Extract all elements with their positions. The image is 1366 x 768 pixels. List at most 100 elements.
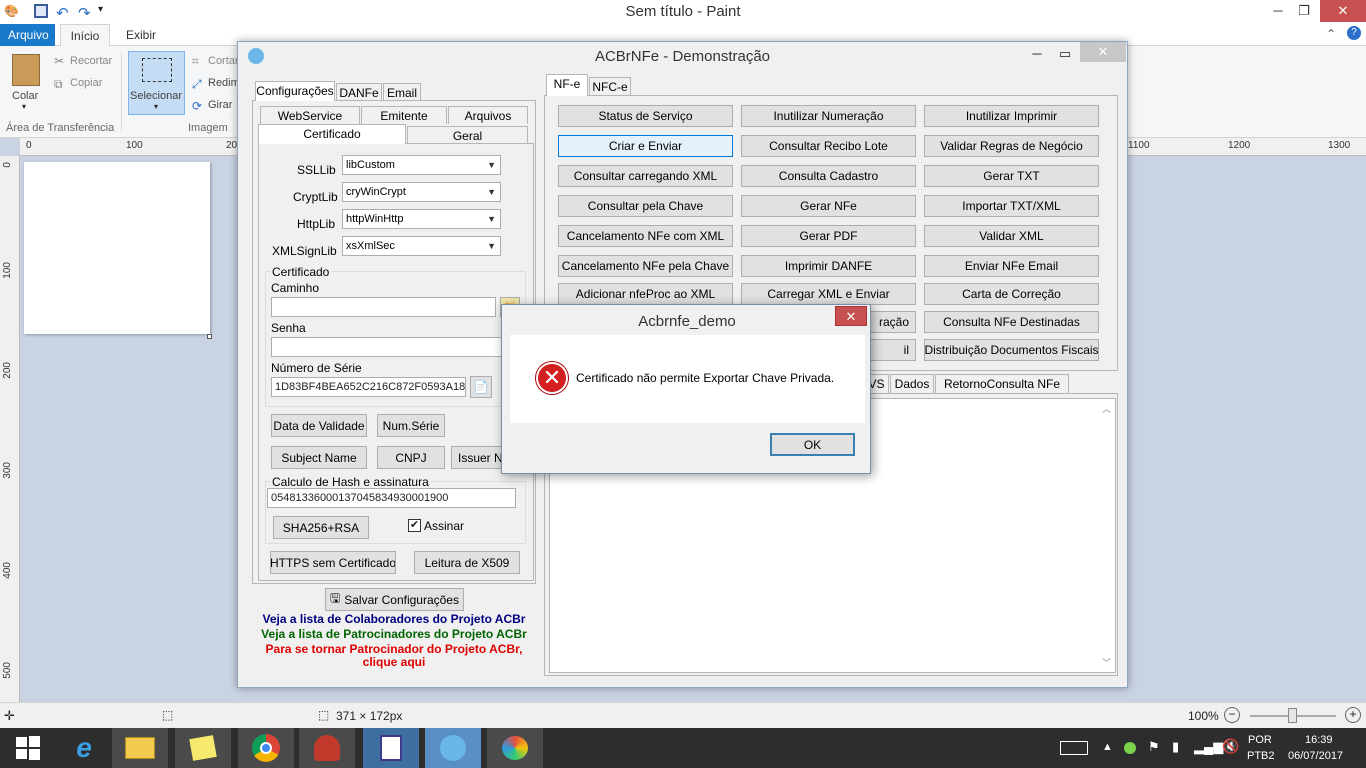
power-icon[interactable]: ▮ <box>1172 739 1179 755</box>
tab-nfce[interactable]: NFC-e <box>589 77 631 96</box>
nfe-action-button[interactable]: Consulta NFe Destinadas <box>924 311 1099 333</box>
nfe-action-button[interactable]: Gerar PDF <box>741 225 916 247</box>
paint-taskbar-icon[interactable] <box>487 728 543 768</box>
tab-inicio[interactable]: Início <box>60 24 110 46</box>
nfe-action-button[interactable]: Consultar pela Chave <box>558 195 733 217</box>
ssllib-select[interactable]: libCustom ▼ <box>342 155 501 175</box>
tab-configuracoes[interactable]: Configurações <box>255 81 335 101</box>
patrocinadores-link[interactable]: Veja a lista de Patrocinadores do Projet… <box>252 627 536 641</box>
nfe-action-button[interactable]: Gerar TXT <box>924 165 1099 187</box>
ie-icon[interactable]: e <box>56 728 112 768</box>
resize-button[interactable]: Redim <box>208 77 240 89</box>
acbr-taskbar-icon[interactable] <box>363 728 419 768</box>
sha256-rsa-button[interactable]: SHA256+RSA <box>273 516 369 539</box>
zoom-in-icon[interactable]: + <box>1345 707 1361 723</box>
sticky-notes-icon[interactable] <box>175 728 231 768</box>
keyboard-layout[interactable]: PTB2 <box>1247 750 1275 762</box>
tab-nfe[interactable]: NF-e <box>546 74 588 96</box>
start-button[interactable] <box>0 728 56 768</box>
assinar-checkbox[interactable]: ✔ <box>408 519 421 532</box>
nfe-action-button[interactable]: Validar XML <box>924 225 1099 247</box>
nfe-action-button[interactable]: Cancelamento NFe pela Chave <box>558 255 733 277</box>
clock-date[interactable]: 06/07/2017 <box>1288 750 1343 762</box>
tab-certificado[interactable]: Certificado <box>258 124 406 144</box>
httplib-select[interactable]: httpWinHttp ▼ <box>342 209 501 229</box>
paste-icon[interactable] <box>12 54 40 86</box>
nfe-action-button[interactable]: Criar e Enviar <box>558 135 733 157</box>
acbr-minimize-button[interactable]: ─ <box>1024 44 1050 64</box>
tab-email[interactable]: Email <box>383 83 421 101</box>
help-icon[interactable]: ? <box>1347 26 1361 40</box>
zoom-out-icon[interactable]: − <box>1224 707 1240 723</box>
keyboard-icon[interactable] <box>1060 741 1088 755</box>
issuer-name-button[interactable]: Issuer Na <box>451 446 505 469</box>
resize-handle[interactable] <box>207 334 212 339</box>
nfe-action-button[interactable]: Importar TXT/XML <box>924 195 1099 217</box>
flag-icon[interactable]: ⚑ <box>1148 739 1160 755</box>
nfe-action-button[interactable]: Consultar carregando XML <box>558 165 733 187</box>
https-sem-certificado-button[interactable]: HTTPS sem Certificado <box>270 551 396 574</box>
ok-button[interactable]: OK <box>770 433 855 456</box>
tab-retorno-consulta[interactable]: RetornoConsulta NFe 2.01 <box>935 374 1069 409</box>
nfe-action-button[interactable]: Distribuição Documentos Fiscais <box>924 339 1099 361</box>
explorer-icon[interactable] <box>112 728 168 768</box>
dialog-close-button[interactable]: ✕ <box>835 306 867 326</box>
paint-canvas[interactable] <box>24 162 210 334</box>
collapse-ribbon-icon[interactable]: ⌃ <box>1326 27 1336 41</box>
nfe-action-button[interactable]: Validar Regras de Negócio <box>924 135 1099 157</box>
chrome-icon[interactable] <box>238 728 294 768</box>
tab-danfe[interactable]: DANFe <box>336 83 382 101</box>
signal-icon[interactable]: ▂▄▆ <box>1194 739 1223 755</box>
select-button[interactable]: Selecionar ▾ <box>128 51 185 115</box>
copy-button[interactable]: Copiar <box>70 77 102 89</box>
helmet-app-icon[interactable] <box>299 728 355 768</box>
crop-button[interactable]: Cortar <box>208 55 239 67</box>
salvar-configuracoes-button[interactable]: 🖫 Salvar Configurações <box>325 588 464 611</box>
colaboradores-link[interactable]: Veja a lista de Colaboradores do Projeto… <box>252 612 536 626</box>
cryptlib-select[interactable]: cryWinCrypt ▼ <box>342 182 501 202</box>
network-status-icon[interactable] <box>1124 742 1136 754</box>
acbr-maximize-button[interactable]: ▭ <box>1052 44 1078 64</box>
numero-serie-input[interactable]: 1D83BF4BEA652C216C872F0593A183 <box>271 377 466 397</box>
senha-input[interactable] <box>271 337 503 357</box>
tab-dados[interactable]: Dados <box>890 374 934 394</box>
volume-muted-icon[interactable]: 🔇 <box>1222 738 1239 755</box>
hash-input[interactable]: 05481336000137045834930001900 <box>267 488 516 508</box>
nfe-action-button[interactable]: Consulta Cadastro <box>741 165 916 187</box>
nfe-action-button[interactable]: Status de Serviço <box>558 105 733 127</box>
tab-exibir[interactable]: Exibir <box>118 24 164 46</box>
cnpj-button[interactable]: CNPJ <box>377 446 445 469</box>
tab-arquivo[interactable]: Arquivo <box>0 24 55 46</box>
select-certificate-icon[interactable]: 📄 <box>470 376 492 398</box>
num-serie-button[interactable]: Num.Série <box>377 414 445 437</box>
data-validade-button[interactable]: Data de Validade <box>271 414 367 437</box>
tornar-patrocinador-link[interactable]: Para se tornar Patrocinador do Projeto A… <box>252 642 536 656</box>
nfe-action-button[interactable]: Cancelamento NFe com XML <box>558 225 733 247</box>
nfe-action-button[interactable]: Carregar XML e Enviar <box>741 283 916 305</box>
cut-button[interactable]: Recortar <box>70 55 112 67</box>
language-code[interactable]: POR <box>1248 734 1272 746</box>
nfe-action-button[interactable]: Enviar NFe Email <box>924 255 1099 277</box>
scroll-down-icon[interactable]: ﹀ <box>1102 656 1111 669</box>
tab-geral[interactable]: Geral <box>407 126 528 144</box>
tab-webservice[interactable]: WebService <box>260 106 360 124</box>
tab-arquivos[interactable]: Arquivos <box>448 106 528 124</box>
acbr-demo-taskbar-icon[interactable] <box>425 728 481 768</box>
rotate-button[interactable]: Girar <box>208 99 232 111</box>
subject-name-button[interactable]: Subject Name <box>271 446 367 469</box>
nfe-action-button[interactable]: Gerar NFe <box>741 195 916 217</box>
caminho-input[interactable] <box>271 297 496 317</box>
acbr-close-button[interactable]: ✕ <box>1080 42 1126 62</box>
xmlsignlib-select[interactable]: xsXmlSec ▼ <box>342 236 501 256</box>
scroll-up-icon[interactable]: ︿ <box>1102 402 1111 415</box>
show-hidden-icons[interactable]: ▲ <box>1102 741 1113 753</box>
paste-dropdown-icon[interactable]: ▾ <box>22 102 26 111</box>
leitura-x509-button[interactable]: Leitura de X509 <box>414 551 520 574</box>
nfe-action-button[interactable]: Inutilizar Imprimir <box>924 105 1099 127</box>
paste-label[interactable]: Colar <box>12 90 38 102</box>
close-button[interactable]: ✕ <box>1320 0 1366 22</box>
clique-aqui-link[interactable]: clique aqui <box>252 655 536 669</box>
zoom-slider-thumb[interactable] <box>1288 708 1297 723</box>
nfe-action-button[interactable]: Carta de Correção <box>924 283 1099 305</box>
clock-time[interactable]: 16:39 <box>1305 734 1333 746</box>
